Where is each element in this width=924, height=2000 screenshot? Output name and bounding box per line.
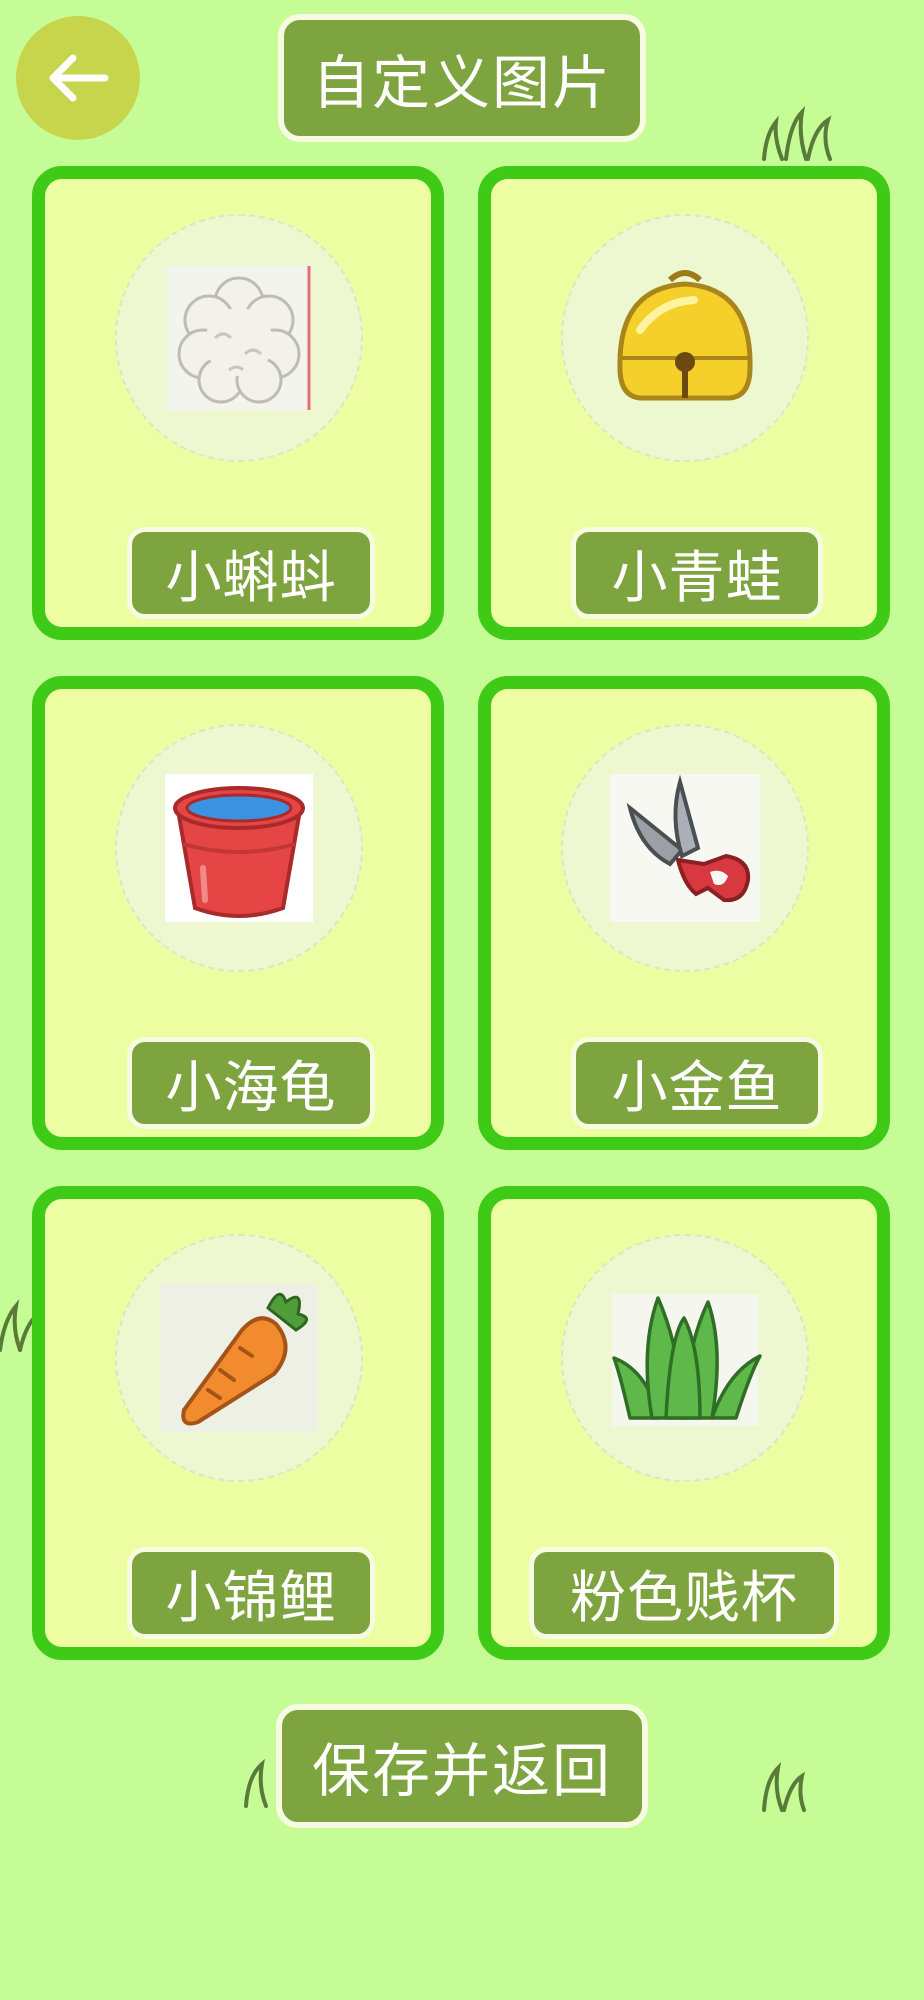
card-xiaoqingwa[interactable]: 小青蛙 — [478, 166, 890, 640]
card-label: 小海龟 — [127, 1037, 375, 1129]
save-and-return-button[interactable]: 保存并返回 — [276, 1704, 648, 1828]
card-label: 小锦鲤 — [127, 1547, 375, 1639]
page-title: 自定义图片 — [278, 14, 646, 142]
card-label: 小蝌蚪 — [127, 527, 375, 619]
card-xiaojinyu[interactable]: 小金鱼 — [478, 676, 890, 1150]
card-label: 小青蛙 — [571, 527, 823, 619]
card-label: 粉色贱杯 — [529, 1547, 839, 1639]
arrow-left-icon — [49, 54, 109, 102]
red-bucket-icon — [165, 774, 313, 922]
card-image-frame — [115, 1234, 363, 1482]
golden-bell-icon — [617, 270, 753, 401]
grass-icon — [612, 1294, 762, 1426]
card-xiaokedou[interactable]: 小蝌蚪 — [32, 166, 444, 640]
card-label: 小金鱼 — [571, 1037, 823, 1129]
card-image-frame — [115, 724, 363, 972]
card-image-frame — [561, 724, 809, 972]
cotton-ball-icon — [167, 266, 311, 410]
card-image-frame — [561, 1234, 809, 1482]
back-button[interactable] — [16, 16, 140, 140]
scissors-icon — [610, 774, 760, 922]
card-fensejianbei[interactable]: 粉色贱杯 — [478, 1186, 890, 1660]
card-image-frame — [561, 214, 809, 462]
grass-decoration-icon — [762, 106, 832, 161]
card-xiaohaigui[interactable]: 小海龟 — [32, 676, 444, 1150]
card-xiaojinli[interactable]: 小锦鲤 — [32, 1186, 444, 1660]
grass-decoration-icon — [762, 1762, 806, 1812]
carrot-icon — [160, 1284, 318, 1432]
card-image-frame — [115, 214, 363, 462]
